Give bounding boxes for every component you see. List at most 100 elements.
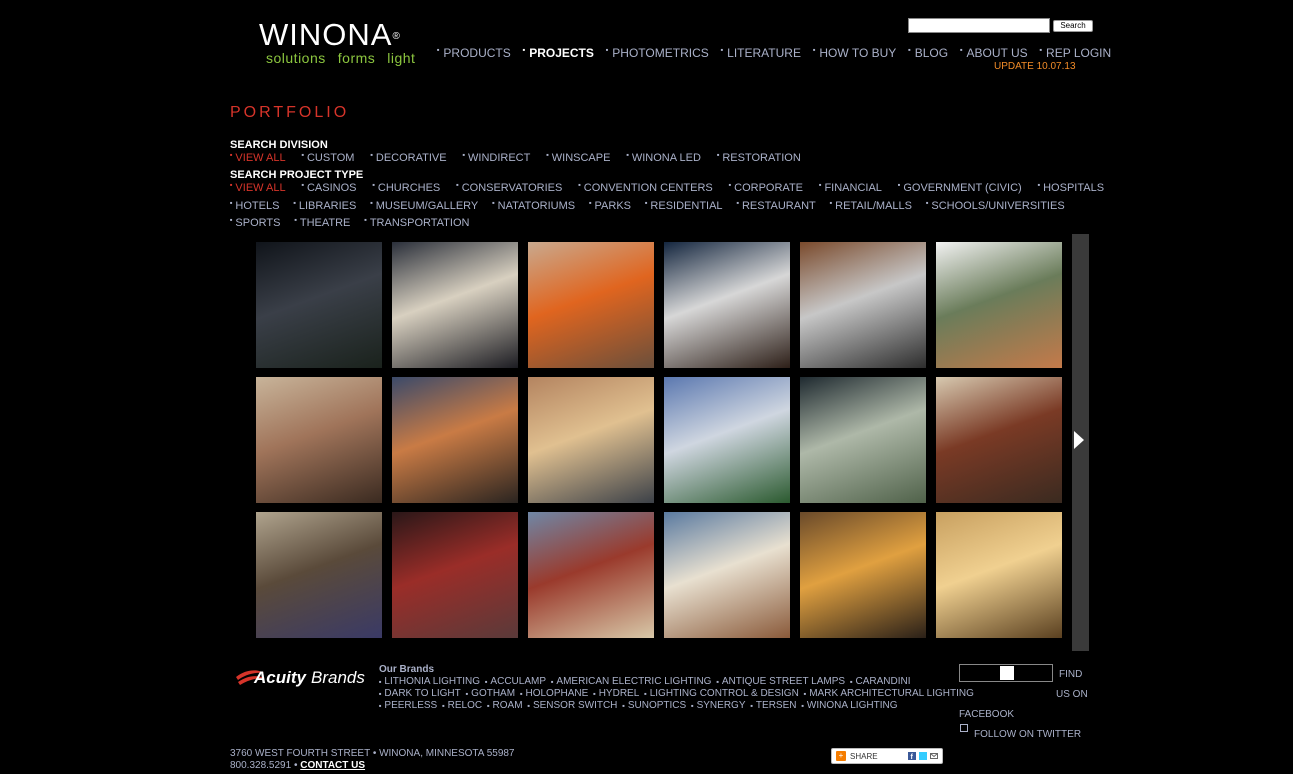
brand-link[interactable]: ■ SUNOPTICS: [622, 700, 686, 711]
brand-link[interactable]: ■ DARK TO LIGHT: [379, 688, 461, 699]
nav-photometrics[interactable]: ■ PHOTOMETRICS: [606, 46, 709, 60]
modern-building-thumb[interactable]: [664, 377, 790, 503]
brand-link[interactable]: ■ SENSOR SWITCH: [528, 700, 618, 711]
type-natatoriums[interactable]: ■ NATATORIUMS: [492, 200, 575, 212]
type-government-civic[interactable]: ■ GOVERNMENT (CIVIC): [898, 182, 1022, 194]
church-arches-thumb[interactable]: [528, 377, 654, 503]
facebook-widget[interactable]: [959, 664, 1053, 682]
brand-link[interactable]: ■ HYDREL: [593, 688, 639, 699]
division-view-all[interactable]: ■ VIEW ALL: [230, 152, 286, 164]
type-convention-centers[interactable]: ■ CONVENTION CENTERS: [578, 182, 712, 194]
division-filter: ■ VIEW ALL ■ CUSTOM ■ DECORATIVE ■ WINDIRECT ■ WI…: [230, 152, 817, 164]
brand-link[interactable]: ■ ROAM: [487, 700, 522, 711]
grand-hall-thumb[interactable]: [256, 512, 382, 638]
update-notice[interactable]: UPDATE 10.07.13: [994, 61, 1076, 72]
type-conservatories[interactable]: ■ CONSERVATORIES: [456, 182, 562, 194]
nav-about-us[interactable]: ■ ABOUT US: [960, 46, 1028, 60]
type-theatre[interactable]: ■ THEATRE: [294, 217, 350, 229]
filter-label: CONSERVATORIES: [461, 182, 563, 194]
brand-link[interactable]: ■ CARANDINI: [850, 676, 910, 687]
brand-link[interactable]: ■ PEERLESS: [379, 700, 437, 711]
plaza-night-thumb[interactable]: [392, 242, 518, 368]
brand-link[interactable]: ■ WINONA LIGHTING: [801, 700, 897, 711]
library-room-thumb[interactable]: [936, 377, 1062, 503]
brand-link[interactable]: ■ AMERICAN ELECTRIC LIGHTING: [551, 676, 711, 687]
division-decorative[interactable]: ■ DECORATIVE: [370, 152, 446, 164]
bullet-icon: ■: [819, 182, 822, 187]
division-restoration[interactable]: ■ RESTORATION: [717, 152, 801, 164]
red-theatre-thumb[interactable]: [392, 512, 518, 638]
brand-link[interactable]: ■ RELOC: [442, 700, 482, 711]
hospital-exterior-thumb[interactable]: [256, 242, 382, 368]
brands-list: ■ LITHONIA LIGHTING ■ ACCULAMP ■ AMERICAN ELE…: [379, 676, 974, 712]
nav-products[interactable]: ■ PRODUCTS: [437, 46, 511, 60]
ornate-chamber-thumb[interactable]: [528, 512, 654, 638]
division-custom[interactable]: ■ CUSTOM: [302, 152, 355, 164]
brand-label: GOTHAM: [471, 688, 516, 699]
nav-how-to-buy[interactable]: ■ HOW TO BUY: [813, 46, 896, 60]
nav-blog[interactable]: ■ BLOG: [908, 46, 948, 60]
bullet-icon: ■: [1037, 182, 1041, 187]
share-button[interactable]: + SHARE f: [831, 748, 943, 764]
division-winona-led[interactable]: ■ WINONA LED: [626, 152, 701, 164]
twitter-checkbox[interactable]: [960, 724, 968, 732]
follow-twitter-link[interactable]: FOLLOW ON TWITTER: [974, 729, 1081, 740]
gold-corridor-thumb[interactable]: [936, 512, 1062, 638]
filter-label: LIBRARIES: [298, 200, 357, 212]
glass-conservatory-thumb[interactable]: [800, 377, 926, 503]
facebook-link[interactable]: FACEBOOK: [959, 709, 1014, 720]
brand-label: CARANDINI: [855, 676, 911, 687]
acuity-brands-logo[interactable]: Acuity Brands: [234, 663, 374, 689]
nav-literature[interactable]: ■ LITERATURE: [721, 46, 801, 60]
bullet-icon: ■: [645, 200, 648, 205]
brand-link[interactable]: ■ MARK ARCHITECTURAL LIGHTING: [804, 688, 974, 699]
nav-projects[interactable]: ■ PROJECTS: [523, 46, 594, 60]
restaurant-blue-thumb[interactable]: [664, 242, 790, 368]
type-churches[interactable]: ■ CHURCHES: [373, 182, 441, 194]
find-us-text[interactable]: US ON: [1056, 689, 1088, 700]
type-corporate[interactable]: ■ CORPORATE: [729, 182, 803, 194]
brand-link[interactable]: ■ LITHONIA LIGHTING: [379, 676, 480, 687]
next-arrow-icon[interactable]: [1074, 431, 1084, 449]
type-financial[interactable]: ■ FINANCIAL: [819, 182, 882, 194]
nav-label: LITERATURE: [727, 46, 801, 60]
type-casinos[interactable]: ■ CASINOS: [302, 182, 357, 194]
nav-label: PHOTOMETRICS: [612, 46, 709, 60]
brand-link[interactable]: ■ ANTIQUE STREET LAMPS: [716, 676, 845, 687]
brand-link[interactable]: ■ SYNERGY: [691, 700, 745, 711]
lobby-tall-thumb[interactable]: [392, 377, 518, 503]
type-sports[interactable]: ■ SPORTS: [230, 217, 280, 229]
bar-counter-thumb[interactable]: [800, 512, 926, 638]
hotel-lobby-thumb[interactable]: [664, 512, 790, 638]
stair-wood-thumb[interactable]: [800, 242, 926, 368]
type-hospitals[interactable]: ■ HOSPITALS: [1038, 182, 1104, 194]
find-us-text[interactable]: FIND: [1059, 669, 1082, 680]
search-input[interactable]: [908, 18, 1050, 33]
nav-rep-login[interactable]: ■ REP LOGIN: [1040, 46, 1112, 60]
type-hotels[interactable]: ■ HOTELS: [230, 200, 279, 212]
winona-logo[interactable]: WINONA® solutions forms light: [259, 18, 419, 67]
project-type-filter-row: ■ HOTELS ■ LIBRARIES ■ MUSEUM/GALLERY ■ NATATOR…: [230, 200, 1079, 212]
brand-link[interactable]: ■ TERSEN: [751, 700, 797, 711]
address-block: 3760 WEST FOURTH STREET • WINONA, MINNES…: [230, 748, 515, 772]
brand-link[interactable]: ■ ACCULAMP: [485, 676, 546, 687]
contact-us-link[interactable]: CONTACT US: [300, 760, 365, 771]
type-parks[interactable]: ■ PARKS: [589, 200, 631, 212]
division-winscape[interactable]: ■ WINSCAPE: [546, 152, 610, 164]
brand-link[interactable]: ■ LIGHTING CONTROL & DESIGN: [644, 688, 799, 699]
atrium-windows-thumb[interactable]: [936, 242, 1062, 368]
type-museum-gallery[interactable]: ■ MUSEUM/GALLERY: [370, 200, 478, 212]
division-windirect[interactable]: ■ WINDIRECT: [463, 152, 531, 164]
type-restaurant[interactable]: ■ RESTAURANT: [737, 200, 816, 212]
type-view-all[interactable]: ■ VIEW ALL: [230, 182, 286, 194]
brand-link[interactable]: ■ GOTHAM: [466, 688, 515, 699]
brand-link[interactable]: ■ HOLOPHANE: [520, 688, 588, 699]
lounge-interior-thumb[interactable]: [528, 242, 654, 368]
search-button[interactable]: Search: [1053, 20, 1093, 32]
type-libraries[interactable]: ■ LIBRARIES: [293, 200, 356, 212]
type-transportation[interactable]: ■ TRANSPORTATION: [364, 217, 469, 229]
type-residential[interactable]: ■ RESIDENTIAL: [645, 200, 723, 212]
type-schools-universities[interactable]: ■ SCHOOLS/UNIVERSITIES: [926, 200, 1065, 212]
atrium-stair-thumb[interactable]: [256, 377, 382, 503]
type-retail-malls[interactable]: ■ RETAIL/MALLS: [830, 200, 912, 212]
